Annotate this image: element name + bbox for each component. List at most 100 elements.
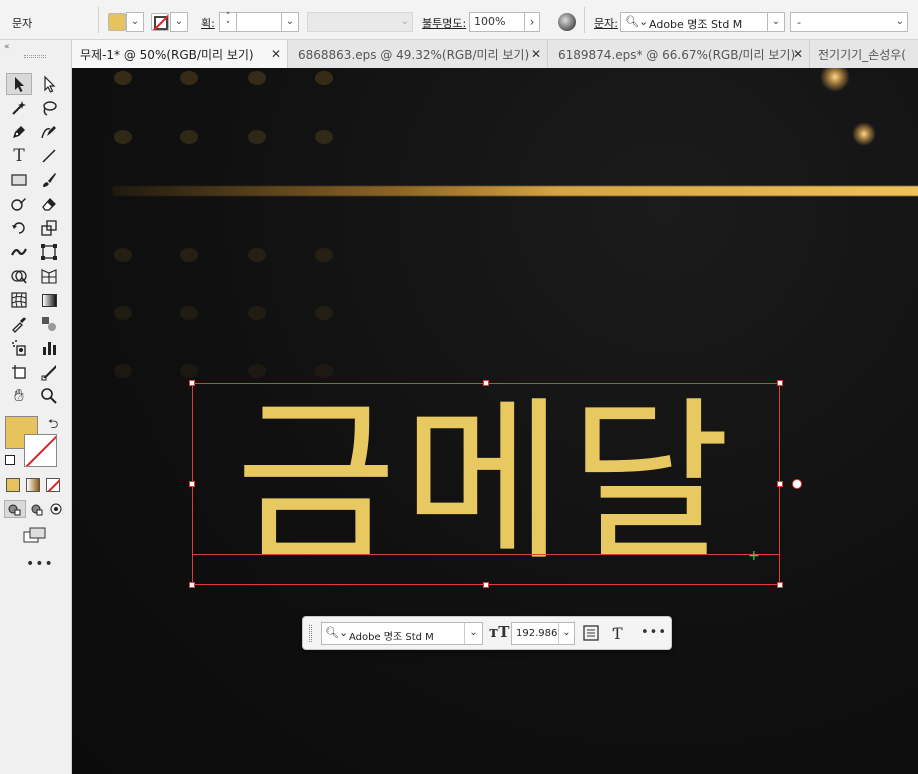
edit-toolbar-icon[interactable]: •••: [26, 556, 54, 572]
resize-handle[interactable]: [483, 380, 489, 386]
tab-untitled-1[interactable]: 무제-1* @ 50%(RGB/미리 보기) ✕: [72, 40, 288, 68]
stroke-dropdown[interactable]: ⌄: [170, 12, 188, 32]
lasso-icon[interactable]: [36, 97, 62, 119]
background-dot: [248, 130, 266, 144]
contextual-task-bar: 🔍︎⌄ Adobe 명조 Std M ⌄ ᴛT 192.986 ⌄ Ƭ •••: [302, 616, 672, 650]
resize-handle[interactable]: [483, 582, 489, 588]
rectangle-icon[interactable]: [6, 169, 32, 191]
curvature-icon[interactable]: [36, 121, 62, 143]
slice-icon[interactable]: [36, 361, 62, 383]
tab-6868863[interactable]: 6868863.eps @ 49.32%(RGB/미리 보기) ✕: [288, 40, 548, 68]
search-icon: 🔍︎⌄: [325, 626, 349, 639]
symbol-sprayer-icon[interactable]: [6, 337, 32, 359]
artboard-canvas[interactable]: 금메달 +: [72, 68, 918, 774]
blend-icon[interactable]: [36, 313, 62, 335]
gradient-mode-button[interactable]: [26, 478, 40, 492]
direct-selection-icon[interactable]: [36, 73, 62, 95]
resize-handle[interactable]: [777, 481, 783, 487]
stroke-weight-stepper[interactable]: ˄ ˅: [219, 12, 237, 32]
collapse-panel-icon[interactable]: «: [4, 42, 10, 52]
paragraph-icon[interactable]: [583, 625, 599, 644]
stroke-color-swatch[interactable]: [151, 13, 169, 31]
scale-icon[interactable]: [36, 217, 62, 239]
draw-behind-button[interactable]: [28, 501, 46, 520]
resize-handle[interactable]: [777, 582, 783, 588]
no-stroke-icon: [25, 435, 56, 466]
font-size-input[interactable]: 192.986 ⌄: [511, 622, 575, 645]
fill-dropdown[interactable]: ⌄: [126, 12, 144, 32]
column-graph-icon[interactable]: [36, 337, 62, 359]
character-options-icon[interactable]: Ƭ: [612, 624, 623, 643]
no-stroke-icon: [152, 14, 168, 30]
stroke-weight-dropdown[interactable]: ⌄: [281, 12, 299, 32]
screen-mode-icon: [23, 527, 46, 543]
free-transform-icon[interactable]: [36, 241, 62, 263]
stroke-weight-input[interactable]: [236, 12, 282, 32]
font-family-input[interactable]: 🔍︎⌄ Adobe 명조 Std M: [620, 12, 768, 32]
artboard-icon[interactable]: [6, 361, 32, 383]
light-sparkle: [852, 122, 876, 146]
tab-6189874[interactable]: 6189874.eps* @ 66.67%(RGB/미리 보기) ✕: [548, 40, 810, 68]
task-font-family-value: Adobe 명조 Std M: [349, 632, 434, 643]
font-family-value: Adobe 명조 Std M: [649, 18, 743, 31]
light-sparkle: [820, 68, 850, 92]
chevron-down-icon[interactable]: ⌄: [464, 623, 482, 644]
eyedropper-icon[interactable]: [6, 313, 32, 335]
selection-icon[interactable]: [6, 73, 32, 95]
gradient-icon[interactable]: [36, 289, 62, 311]
resize-handle[interactable]: [189, 582, 195, 588]
draw-normal-button[interactable]: [4, 500, 26, 518]
control-bar: 문자 ⌄ ⌄ 획: ˄ ˅ ⌄ ⌄ 불투명도: 100% › 문자: 🔍︎⌄ Ad…: [0, 0, 918, 40]
recolor-artwork-icon[interactable]: [558, 13, 576, 31]
opacity-input[interactable]: 100%: [469, 12, 525, 32]
width-icon[interactable]: [6, 241, 32, 263]
none-mode-button[interactable]: [46, 478, 60, 492]
eraser-icon[interactable]: [36, 193, 62, 215]
resize-handle[interactable]: [777, 380, 783, 386]
mesh-icon[interactable]: [6, 289, 32, 311]
type-icon[interactable]: T: [6, 145, 32, 167]
draw-inside-button[interactable]: [48, 501, 66, 520]
hand-icon[interactable]: ✋︎: [6, 385, 32, 407]
font-style-input[interactable]: - ⌄: [790, 12, 908, 32]
paintbrush-icon[interactable]: [36, 169, 62, 191]
line-segment-icon[interactable]: [36, 145, 62, 167]
shape-builder-icon[interactable]: [6, 265, 32, 287]
close-icon[interactable]: ✕: [531, 47, 541, 61]
perspective-grid-icon[interactable]: [36, 265, 62, 287]
more-options-icon[interactable]: •••: [641, 625, 667, 640]
variable-width-dropdown[interactable]: ⌄: [307, 12, 413, 32]
opacity-arrow-button[interactable]: ›: [524, 12, 540, 32]
fill-color-swatch[interactable]: [108, 13, 126, 31]
shaper-icon[interactable]: [6, 193, 32, 215]
resize-handle[interactable]: [189, 380, 195, 386]
tab-electrical[interactable]: 전기기기_손성우(: [810, 40, 918, 68]
object-type-label: 문자: [12, 17, 33, 30]
background-dot: [315, 306, 333, 320]
close-icon[interactable]: ✕: [793, 47, 803, 61]
zoom-icon[interactable]: [36, 385, 62, 407]
chevron-down-icon[interactable]: ⌄: [558, 623, 574, 644]
pen-icon[interactable]: [6, 121, 32, 143]
background-dot: [180, 130, 198, 144]
search-icon: 🔍︎⌄: [625, 15, 649, 28]
magic-wand-icon[interactable]: [6, 97, 32, 119]
background-dot: [114, 130, 132, 144]
close-icon[interactable]: ✕: [271, 47, 281, 61]
drag-handle[interactable]: [309, 625, 312, 642]
rotate-icon[interactable]: [6, 217, 32, 239]
color-mode-button[interactable]: [6, 478, 20, 492]
stroke-swatch[interactable]: [24, 434, 57, 467]
task-font-family-input[interactable]: 🔍︎⌄ Adobe 명조 Std M ⌄: [321, 622, 483, 645]
draw-behind-icon: [31, 504, 43, 516]
default-fill-stroke-icon[interactable]: [5, 455, 15, 465]
resize-handle[interactable]: [189, 481, 195, 487]
tab-label: 무제-1* @ 50%(RGB/미리 보기): [80, 47, 254, 62]
swap-fill-stroke-icon[interactable]: ⮌: [48, 415, 58, 437]
background-dot: [180, 248, 198, 262]
font-family-dropdown[interactable]: ⌄: [767, 12, 785, 32]
divider: [584, 7, 585, 33]
panel-grip[interactable]: [24, 55, 46, 58]
text-out-port[interactable]: [792, 479, 802, 489]
screen-mode-button[interactable]: [23, 527, 47, 546]
